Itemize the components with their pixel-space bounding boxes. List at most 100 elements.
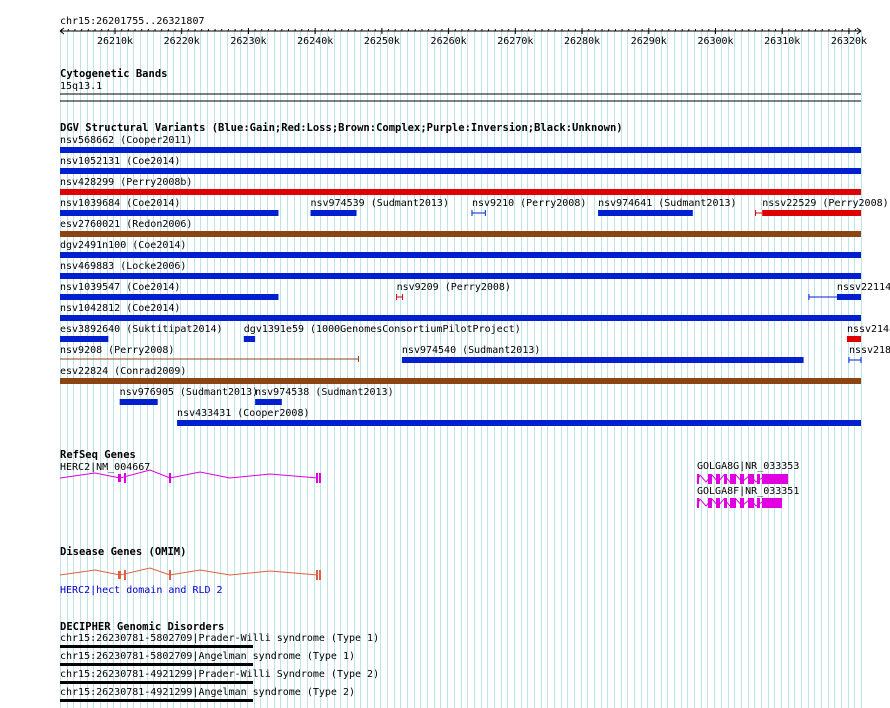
dgv-variant[interactable]: esv22824 (Conrad2009) bbox=[60, 366, 861, 384]
dgv-variant-label[interactable]: nsv428299 (Perry2008b) bbox=[60, 177, 192, 188]
dgv-variant-bar[interactable] bbox=[119, 399, 158, 405]
dgv-variant-label[interactable]: esv22824 (Conrad2009) bbox=[60, 366, 186, 377]
dgv-variant-bar[interactable] bbox=[177, 420, 862, 426]
dgv-variant-label[interactable]: nsv469883 (Locke2006) bbox=[60, 261, 186, 272]
dgv-variant-bar[interactable] bbox=[60, 147, 861, 153]
dgv-variant-label[interactable]: nsv976905 (Sudmant2013) bbox=[120, 387, 258, 398]
dgv-variant-bar[interactable] bbox=[255, 399, 282, 405]
ruler-tick-label: 26230k bbox=[230, 36, 266, 47]
decipher-item[interactable]: chr15:26230781-5802709|Prader-Willi synd… bbox=[60, 633, 379, 648]
dgv-variant-label[interactable]: nssv22529 (Perry2008) bbox=[762, 198, 888, 209]
dgv-variant-label[interactable]: nsv433431 (Cooper2008) bbox=[177, 408, 309, 419]
dgv-variant-bar[interactable] bbox=[60, 252, 861, 258]
ruler-tick-label: 26320k bbox=[831, 36, 867, 47]
dgv-variant-bar[interactable] bbox=[60, 294, 279, 300]
dgv-variant[interactable]: nssv218 bbox=[848, 345, 890, 363]
dgv-variant-bar[interactable] bbox=[60, 189, 861, 195]
refseq-gene-golga8g[interactable] bbox=[696, 474, 788, 484]
dgv-variant-label[interactable]: nsv1052131 (Coe2014) bbox=[60, 156, 180, 167]
ruler-tick-label: 26290k bbox=[631, 36, 667, 47]
ruler-track: chr15:26201755..26321807 26210k 26220k 262… bbox=[59, 16, 867, 47]
dgv-variant[interactable]: esv2760021 (Redon2006) bbox=[60, 219, 861, 237]
dgv-variant[interactable]: nsv1039684 (Coe2014) bbox=[60, 198, 279, 216]
dgv-variant-label[interactable]: esv3892640 (Suktitipat2014) bbox=[60, 324, 223, 335]
dgv-variant-bar[interactable] bbox=[60, 168, 861, 174]
omim-gene-herc2[interactable] bbox=[59, 567, 321, 580]
dgv-variant[interactable]: nsv9208 (Perry2008) bbox=[60, 345, 360, 362]
dgv-variant-bar[interactable] bbox=[60, 315, 861, 321]
dgv-variant-label[interactable]: nsv9209 (Perry2008) bbox=[397, 282, 511, 293]
decipher-item-label[interactable]: chr15:26230781-5802709|Prader-Willi synd… bbox=[60, 633, 379, 644]
dgv-variant[interactable]: nsv1042812 (Coe2014) bbox=[60, 303, 861, 321]
ruler-tick-label: 26210k bbox=[97, 36, 133, 47]
dgv-variant-bar[interactable] bbox=[836, 294, 861, 300]
dgv-variant-label[interactable]: dgv1391e59 (1000GenomesConsortiumPilotPr… bbox=[244, 324, 521, 335]
refseq-gene-label-herc2[interactable]: HERC2|NM_004667 bbox=[60, 462, 150, 473]
dgv-variant-label[interactable]: nsv568662 (Cooper2011) bbox=[60, 135, 192, 146]
dgv-variant[interactable]: nssv2148 bbox=[846, 324, 890, 342]
dgv-variant[interactable]: nsv974539 (Sudmant2013) bbox=[310, 198, 449, 216]
dgv-variant-label[interactable]: nssv22114 (Per bbox=[837, 282, 890, 293]
dgv-variant-label[interactable]: nssv218 bbox=[849, 345, 890, 356]
decipher-item-bar[interactable] bbox=[60, 681, 253, 684]
dgv-variant[interactable]: nsv9209 (Perry2008) bbox=[396, 282, 511, 300]
dgv-variant-label[interactable]: nsv1039684 (Coe2014) bbox=[60, 198, 180, 209]
dgv-variant-bar[interactable] bbox=[401, 357, 804, 363]
dgv-variant-bar[interactable] bbox=[243, 336, 256, 342]
dgv-variant-bar[interactable] bbox=[598, 210, 693, 216]
dgv-variant[interactable]: nsv568662 (Cooper2011) bbox=[60, 135, 861, 153]
dgv-variant-bar[interactable] bbox=[310, 210, 357, 216]
dgv-variant-label[interactable]: nsv974538 (Sudmant2013) bbox=[255, 387, 393, 398]
dgv-variant[interactable]: nsv974540 (Sudmant2013) bbox=[401, 345, 804, 363]
dgv-variant-label[interactable]: nsv974540 (Sudmant2013) bbox=[402, 345, 540, 356]
decipher-item[interactable]: chr15:26230781-4921299|Angelman syndrome… bbox=[60, 687, 355, 702]
dgv-variant-label[interactable]: nsv9208 (Perry2008) bbox=[60, 345, 174, 356]
dgv-variant[interactable]: nsv469883 (Locke2006) bbox=[60, 261, 861, 279]
refseq-gene-label-golga8f[interactable]: GOLGA8F|NR_033351 bbox=[697, 486, 799, 497]
dgv-variant-bar[interactable] bbox=[60, 378, 861, 384]
decipher-item-label[interactable]: chr15:26230781-4921299|Prader-Willi Synd… bbox=[60, 669, 379, 680]
refseq-gene-label-golga8g[interactable]: GOLGA8G|NR_033353 bbox=[697, 461, 799, 472]
dgv-variant-bar[interactable] bbox=[846, 336, 861, 342]
decipher-item-label[interactable]: chr15:26230781-4921299|Angelman syndrome… bbox=[60, 687, 355, 698]
dgv-variant-label[interactable]: nsv1042812 (Coe2014) bbox=[60, 303, 180, 314]
decipher-item-bar[interactable] bbox=[60, 699, 253, 702]
dgv-variant[interactable]: nsv9210 (Perry2008) bbox=[471, 198, 586, 216]
omim-title: Disease Genes (OMIM) bbox=[60, 546, 186, 558]
dgv-variant[interactable]: esv3892640 (Suktitipat2014) bbox=[60, 324, 223, 342]
decipher-item[interactable]: chr15:26230781-5802709|Angelman syndrome… bbox=[60, 651, 355, 666]
omim-gene-label-herc2[interactable]: HERC2|hect domain and RLD 2 bbox=[60, 585, 223, 596]
dgv-variant-label[interactable]: nsv974641 (Sudmant2013) bbox=[598, 198, 736, 209]
dgv-variant[interactable]: nsv428299 (Perry2008b) bbox=[60, 177, 861, 195]
dgv-variant-label[interactable]: nsv1039547 (Coe2014) bbox=[60, 282, 180, 293]
decipher-item-bar[interactable] bbox=[60, 663, 253, 666]
ruler-tick-label: 26220k bbox=[164, 36, 200, 47]
dgv-variant[interactable]: nsv974538 (Sudmant2013) bbox=[255, 387, 394, 405]
dgv-variant[interactable]: dgv2491n100 (Coe2014) bbox=[60, 240, 861, 258]
dgv-variant[interactable]: nsv974641 (Sudmant2013) bbox=[598, 198, 737, 216]
refseq-gene-golga8f[interactable] bbox=[696, 498, 782, 508]
dgv-variant[interactable]: nsv433431 (Cooper2008) bbox=[177, 408, 862, 426]
dgv-variant[interactable]: nsv976905 (Sudmant2013) bbox=[119, 387, 258, 405]
dgv-variant[interactable]: nsv1039547 (Coe2014) bbox=[60, 282, 279, 300]
dgv-variant-label[interactable]: dgv2491n100 (Coe2014) bbox=[60, 240, 186, 251]
ruler-tick-label: 26310k bbox=[764, 36, 800, 47]
dgv-variant[interactable]: nssv22529 (Perry2008) bbox=[755, 198, 889, 216]
ruler-tick-label: 26270k bbox=[497, 36, 533, 47]
dgv-variant-label[interactable]: nsv9210 (Perry2008) bbox=[472, 198, 586, 209]
dgv-variant-bar[interactable] bbox=[762, 210, 861, 216]
decipher-item-label[interactable]: chr15:26230781-5802709|Angelman syndrome… bbox=[60, 651, 355, 662]
decipher-item[interactable]: chr15:26230781-4921299|Prader-Willi Synd… bbox=[60, 669, 379, 684]
dgv-variant-bar[interactable] bbox=[60, 336, 109, 342]
dgv-variant[interactable]: dgv1391e59 (1000GenomesConsortiumPilotPr… bbox=[243, 324, 521, 342]
dgv-variant-label[interactable]: esv2760021 (Redon2006) bbox=[60, 219, 192, 230]
refseq-title: RefSeq Genes bbox=[60, 449, 136, 461]
dgv-variant-bar[interactable] bbox=[60, 273, 861, 279]
dgv-variant-label[interactable]: nsv974539 (Sudmant2013) bbox=[311, 198, 449, 209]
dgv-variant-bar[interactable] bbox=[60, 231, 861, 237]
ruler-coordinates: chr15:26201755..26321807 bbox=[60, 16, 205, 27]
dgv-variant[interactable]: nsv1052131 (Coe2014) bbox=[60, 156, 861, 174]
decipher-item-bar[interactable] bbox=[60, 645, 253, 648]
dgv-variant-bar[interactable] bbox=[60, 210, 279, 216]
dgv-variant-label[interactable]: nssv2148 bbox=[847, 324, 890, 335]
